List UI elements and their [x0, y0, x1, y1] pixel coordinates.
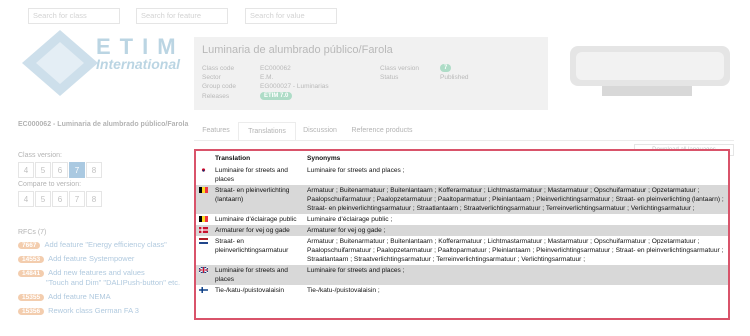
sector-label: Sector [202, 74, 221, 81]
flag-cell [196, 265, 212, 285]
translation-cell: Tie-/katu-/puistovalaisin [215, 287, 285, 294]
flag-cell [196, 214, 212, 225]
version-8-button[interactable]: 8 [86, 162, 102, 178]
version-7-button[interactable]: 7 [69, 162, 85, 178]
translation-row: Luminaire for streets and places Luminair… [196, 165, 728, 185]
rfc-number: 7667 [18, 242, 41, 249]
rfc-item[interactable]: 15355 Add feature NEMA [18, 292, 111, 301]
rfc-text: Add feature "Energy efficiency class" [44, 240, 167, 249]
compare-4-button[interactable]: 4 [18, 191, 34, 207]
translation-cell: Straat- en pleinverlichtingsarmatuur [215, 238, 289, 254]
class-heading: EC000062 - Luminaria de alumbrado públic… [18, 121, 189, 128]
product-image [570, 46, 730, 96]
flag-cell [196, 285, 212, 296]
releases-label: Releases [202, 93, 230, 100]
tab-translations[interactable]: Translations [238, 122, 296, 141]
synonyms-cell: Armatuur ; Buitenarmatuur ; Buitenlantaa… [307, 238, 724, 263]
synonyms-cell: Luminaire for streets and places ; [304, 265, 728, 285]
be-flag-icon [199, 216, 208, 224]
translation-row: Straat- en pleinverlichting (lantaarn) Ar… [196, 185, 728, 214]
translation-cell: Armaturer for vej og gade [212, 225, 304, 236]
rfc-number: 15355 [18, 294, 45, 301]
synonyms-cell: Armatuur ; Buitenarmatuur ; Buitenlantaa… [304, 185, 728, 214]
version-4-button[interactable]: 4 [18, 162, 34, 178]
rfc-text: Rework class German FA 3 [48, 306, 139, 315]
rfc-text-continued: "Touch and Dim" "DALIPush-button" etc. [46, 278, 181, 287]
tab-divider [194, 140, 734, 141]
version-6-button[interactable]: 6 [52, 162, 68, 178]
compare-8-button[interactable]: 8 [86, 191, 102, 207]
synonyms-cell: Luminaire d'éclairage public ; [307, 216, 393, 223]
nl-flag-icon [199, 238, 208, 246]
class-version-badge: 7 [440, 64, 452, 72]
tab-discussion[interactable]: Discussion [296, 122, 344, 140]
flag-header [196, 151, 212, 165]
flag-cell [196, 185, 212, 214]
group-code-label: Group code [202, 83, 236, 90]
synonyms-header: Synonyms [307, 154, 341, 162]
flag-cell [196, 225, 212, 236]
tab-features[interactable]: Features [194, 122, 238, 140]
rfcs-label: RFCs (7) [18, 229, 47, 236]
release-badge: ETIM 7.0 [260, 92, 293, 100]
synonyms-cell: Tie-/katu-/puistovalaisin ; [307, 287, 380, 294]
rfc-number: 15356 [18, 308, 45, 315]
translation-cell: Luminaire for streets and places [212, 265, 304, 285]
value-search-input[interactable]: Search for value [245, 8, 337, 24]
fi-flag-icon [199, 287, 208, 295]
flag-cell [196, 165, 212, 185]
compare-version-label: Compare to version: [18, 181, 82, 188]
etim-logo-icon [22, 30, 98, 96]
translations-table: Translation Synonyms Luminaire for stree… [194, 149, 730, 320]
translation-row: Luminaire d'éclairage public Luminaire d'… [196, 214, 728, 225]
feature-search-input[interactable]: Search for feature [136, 8, 228, 24]
status-value: Published [440, 74, 469, 81]
translation-cell: Luminaire for streets and places [215, 167, 288, 183]
rfc-text: Add feature NEMA [48, 292, 111, 301]
class-title: Luminaria de alumbrado público/Farola [202, 44, 393, 56]
rfc-text: Add feature Systempower [48, 254, 135, 263]
compare-5-button[interactable]: 5 [35, 191, 51, 207]
rfc-number: 14553 [18, 256, 45, 263]
translation-row: Armaturer for vej og gade Armaturer for v… [196, 225, 728, 236]
logo-subtitle: International [96, 56, 181, 72]
rfc-item[interactable]: 14841 Add new features and values [18, 268, 145, 277]
gb-flag-icon [198, 266, 209, 275]
class-search-input[interactable]: Search for class [28, 8, 120, 24]
class-code-value: EC000062 [260, 65, 291, 72]
sector-value: E.M. [260, 74, 274, 81]
status-label: Status [380, 74, 399, 81]
tab-reference-products[interactable]: Reference products [346, 122, 418, 140]
rfc-item[interactable]: 14553 Add feature Systempower [18, 254, 134, 263]
be-flag-icon [199, 187, 208, 195]
translation-cell: Straat- en pleinverlichting (lantaarn) [212, 185, 304, 214]
synonyms-cell: Luminaire for streets and places ; [307, 167, 405, 174]
dk-flag-icon [199, 227, 208, 235]
class-code-label: Class code [202, 65, 235, 72]
synonyms-cell: Armaturer for vej og gade ; [304, 225, 728, 236]
flag-cell [196, 236, 212, 265]
class-version-selector-label: Class version: [18, 152, 62, 159]
group-code-value: EG000027 - Luminarias [260, 83, 329, 90]
rfc-number: 14841 [18, 270, 45, 277]
compare-6-button[interactable]: 6 [52, 191, 68, 207]
class-info-box: Luminaria de alumbrado público/Farola Cl… [194, 37, 548, 110]
rfc-item[interactable]: 15356 Rework class German FA 3 [18, 306, 139, 315]
version-5-button[interactable]: 5 [35, 162, 51, 178]
translation-row: Luminaire for streets and places Luminair… [196, 265, 728, 285]
translation-header: Translation [215, 154, 251, 162]
translation-row: Tie-/katu-/puistovalaisin Tie-/katu-/puis… [196, 285, 728, 296]
translation-cell: Luminaire d'éclairage public [215, 216, 297, 223]
rfc-item[interactable]: 7667 Add feature "Energy efficiency class… [18, 240, 167, 249]
rfc-text: Add new features and values [48, 268, 145, 277]
ko-flag-icon [199, 167, 208, 175]
class-version-label: Class version [380, 65, 420, 72]
translation-row: Straat- en pleinverlichtingsarmatuur Arma… [196, 236, 728, 265]
compare-7-button[interactable]: 7 [69, 191, 85, 207]
